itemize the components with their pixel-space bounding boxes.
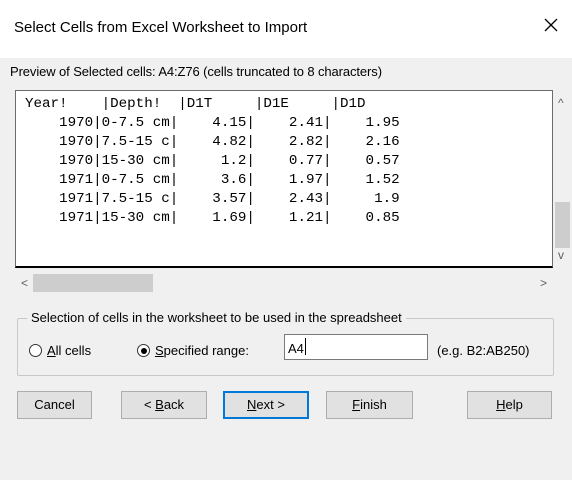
selection-group-label: Selection of cells in the worksheet to b…	[27, 310, 406, 325]
specified-range-radio[interactable]	[137, 344, 150, 357]
title-bar: Select Cells from Excel Worksheet to Imp…	[0, 0, 572, 58]
radio-selected-dot	[140, 347, 147, 354]
preview-label: Preview of Selected cells: A4:Z76 (cells…	[10, 64, 382, 79]
preview-row: 1971|7.5-15 c| 3.57| 2.43| 1.9	[25, 191, 400, 207]
help-button[interactable]: Help	[467, 391, 552, 419]
cancel-button[interactable]: Cancel	[17, 391, 92, 419]
scroll-up-icon[interactable]: ^	[558, 96, 564, 110]
dialog-title: Select Cells from Excel Worksheet to Imp…	[14, 19, 308, 36]
finish-button[interactable]: Finish	[326, 391, 413, 419]
all-cells-radio[interactable]	[29, 344, 42, 357]
specified-range-label[interactable]: Specified range:	[155, 343, 249, 358]
back-button[interactable]: < Back	[121, 391, 207, 419]
vertical-scroll-thumb[interactable]	[555, 202, 570, 248]
next-button[interactable]: Next >	[223, 391, 309, 419]
preview-pane[interactable]: Year! |Depth! |D1T |D1E |D1D 1970|0-7.5 …	[15, 90, 553, 268]
preview-text: Year! |Depth! |D1T |D1E |D1D 1970|0-7.5 …	[16, 91, 551, 267]
horizontal-scroll-thumb[interactable]	[33, 274, 153, 292]
preview-header-row: Year! |Depth! |D1T |D1E |D1D	[25, 96, 366, 112]
preview-row: 1970|15-30 cm| 1.2| 0.77| 0.57	[25, 153, 400, 169]
preview-row: 1971|0-7.5 cm| 3.6| 1.97| 1.52	[25, 172, 400, 188]
preview-row: 1970|0-7.5 cm| 4.15| 2.41| 1.95	[25, 115, 400, 131]
range-hint: (e.g. B2:AB250)	[437, 343, 530, 358]
preview-row: 1971|15-30 cm| 1.69| 1.21| 0.85	[25, 210, 400, 226]
scroll-left-icon[interactable]: <	[21, 276, 28, 290]
text-caret	[305, 338, 306, 355]
preview-row: 1970|7.5-15 c| 4.82| 2.82| 2.16	[25, 134, 400, 150]
all-cells-label[interactable]: All cells	[47, 343, 91, 358]
scroll-down-icon[interactable]: v	[558, 248, 564, 262]
close-icon[interactable]	[538, 12, 564, 38]
scroll-right-icon[interactable]: >	[540, 276, 547, 290]
